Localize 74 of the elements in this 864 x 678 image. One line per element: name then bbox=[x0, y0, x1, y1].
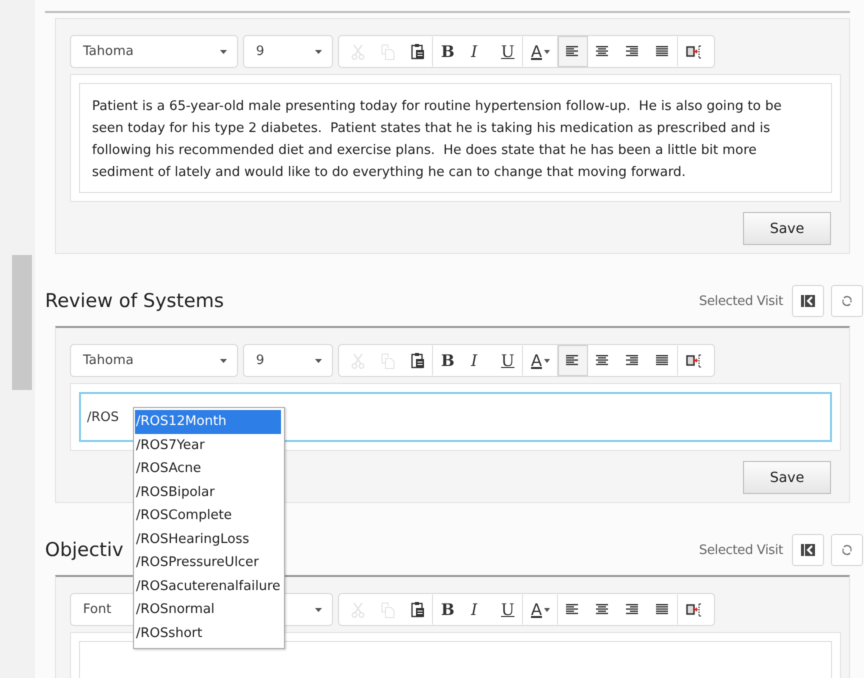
font-select[interactable]: Tahoma bbox=[70, 35, 238, 68]
note-editor[interactable] bbox=[79, 83, 832, 193]
refresh-button[interactable] bbox=[831, 534, 863, 566]
copy-icon bbox=[381, 602, 395, 618]
selected-visit-label: Selected Visit bbox=[699, 294, 783, 308]
refresh-button[interactable] bbox=[831, 285, 863, 317]
autocomplete-option[interactable]: /ROSPressureUlcer bbox=[135, 551, 282, 574]
text-color-button[interactable]: A bbox=[523, 594, 558, 625]
autocomplete-option[interactable]: /ROSnormal bbox=[135, 598, 282, 622]
caret-icon bbox=[544, 608, 550, 612]
copy-icon bbox=[381, 352, 395, 368]
autocomplete-option[interactable]: /ROSAcne bbox=[135, 457, 282, 480]
italic-button[interactable]: I bbox=[463, 594, 493, 625]
first-page-button[interactable] bbox=[792, 534, 824, 566]
align-right-icon bbox=[626, 355, 638, 366]
caret-icon bbox=[220, 358, 227, 362]
refresh-icon bbox=[841, 544, 853, 556]
underline-button[interactable]: U bbox=[493, 345, 523, 376]
autocomplete-option[interactable]: /ROSBipolar bbox=[135, 480, 282, 504]
autocomplete-option[interactable]: /ROSComplete bbox=[135, 504, 282, 528]
clipboard-icon bbox=[411, 352, 425, 369]
align-left-button[interactable] bbox=[558, 345, 588, 376]
clipboard-icon bbox=[411, 601, 425, 618]
font-size-select[interactable]: 9 bbox=[243, 35, 333, 68]
align-center-icon bbox=[596, 46, 608, 57]
autocomplete-option[interactable]: /ROSacuterenalfailure bbox=[135, 574, 282, 598]
bold-button[interactable]: B bbox=[433, 345, 463, 376]
refresh-icon bbox=[841, 295, 853, 307]
first-page-button[interactable] bbox=[792, 285, 824, 317]
align-left-icon bbox=[566, 46, 578, 57]
italic-button[interactable]: I bbox=[463, 345, 493, 376]
justify-icon bbox=[656, 355, 668, 366]
page-arrow-icon bbox=[686, 602, 702, 616]
justify-icon bbox=[656, 46, 668, 57]
first-page-icon bbox=[801, 544, 815, 556]
caret-icon bbox=[315, 358, 322, 362]
selected-visit-label: Selected Visit bbox=[699, 542, 783, 558]
align-right-icon bbox=[626, 604, 638, 615]
bold-button[interactable]: B bbox=[433, 36, 463, 67]
scissors-icon bbox=[351, 44, 365, 60]
align-left-icon bbox=[566, 355, 578, 366]
align-center-icon bbox=[596, 355, 608, 366]
first-page-icon bbox=[801, 295, 815, 307]
bold-button[interactable]: B bbox=[433, 594, 463, 625]
caret-icon bbox=[315, 608, 322, 612]
section-title: Objectiv bbox=[45, 539, 124, 561]
page-arrow-icon bbox=[686, 354, 702, 368]
save-button[interactable]: Save bbox=[743, 212, 831, 245]
scrollbar-thumb[interactable] bbox=[12, 255, 32, 390]
justify-icon bbox=[656, 604, 668, 615]
align-left-icon bbox=[566, 604, 578, 615]
caret-icon bbox=[315, 50, 322, 54]
align-center-icon bbox=[596, 604, 608, 615]
align-right-icon bbox=[626, 46, 638, 57]
font-select[interactable]: Tahoma bbox=[70, 344, 238, 377]
align-left-button[interactable] bbox=[558, 36, 588, 67]
autocomplete-option[interactable]: /ROSHearingLoss bbox=[135, 528, 282, 551]
scissors-icon bbox=[351, 352, 365, 368]
underline-button[interactable]: U bbox=[493, 36, 523, 67]
underline-button[interactable]: U bbox=[493, 594, 523, 625]
caret-icon bbox=[544, 50, 550, 54]
autocomplete-option[interactable]: /ROSshort bbox=[135, 622, 282, 645]
autocomplete-option[interactable]: /ROS12Month bbox=[135, 410, 282, 434]
save-button[interactable]: Save bbox=[743, 461, 831, 494]
caret-icon bbox=[544, 358, 550, 362]
italic-button[interactable]: I bbox=[463, 36, 493, 67]
note-text: Patient is a 65-year-old male presenting today for routine hypertension follow-up. He is also going to be seen today for his type 2 diabetes. Patient states that he is taking his medication as prescribed and is following his recommended diet and exercise plans. He does state that he has been a little bit more sediment of lately and would like to do everything he can to change that moving forward. bbox=[92, 98, 783, 182]
font-size-select[interactable]: 9 bbox=[243, 344, 333, 377]
page-arrow-icon bbox=[686, 44, 702, 58]
section-title: Review of Systems bbox=[45, 290, 224, 312]
scissors-icon bbox=[351, 602, 365, 618]
copy-icon bbox=[381, 44, 395, 60]
clipboard-icon bbox=[411, 43, 425, 60]
caret-icon bbox=[220, 50, 227, 54]
